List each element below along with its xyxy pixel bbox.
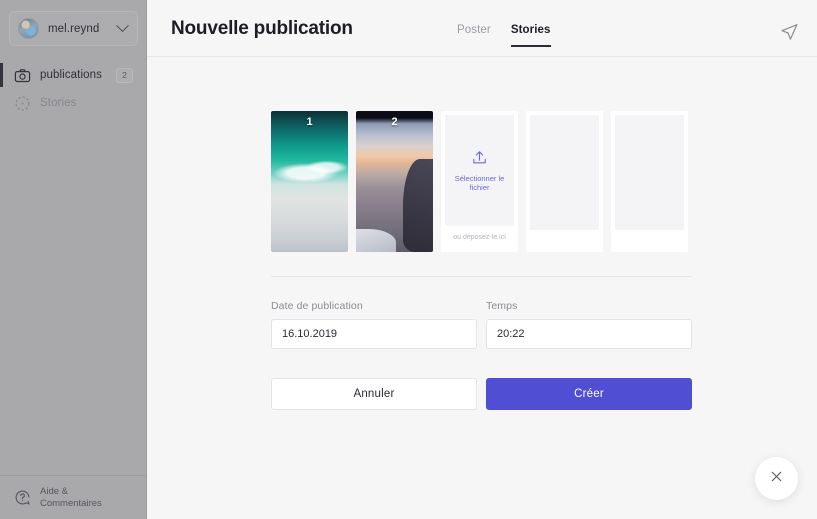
- cancel-button[interactable]: Annuler: [271, 378, 477, 410]
- header: Nouvelle publication Poster Stories: [147, 0, 817, 57]
- time-field-label: Temps: [486, 300, 518, 312]
- sidebar-item-stories[interactable]: Stories: [0, 90, 147, 116]
- upload-arrow-icon: [471, 149, 488, 171]
- media-slot-1[interactable]: 1: [271, 111, 348, 252]
- time-field-group: Temps: [486, 300, 692, 349]
- avatar: [18, 18, 39, 39]
- sidebar-item-label: Stories: [40, 97, 77, 109]
- tab-stories[interactable]: Stories: [510, 24, 551, 47]
- sidebar: mel.reynd publications 2 Stories Aide & …: [0, 0, 147, 519]
- media-slot-empty-1[interactable]: [526, 111, 603, 252]
- sidebar-item-publications[interactable]: publications 2: [0, 62, 147, 88]
- tab-poster[interactable]: Poster: [457, 24, 491, 47]
- section-divider: [271, 276, 692, 277]
- main-panel: Nouvelle publication Poster Stories 1 2: [147, 0, 817, 519]
- upload-drop-label: ou déposez-le ici: [453, 233, 506, 241]
- file-upload-slot[interactable]: Sélectionner le fichier ou déposez-le ic…: [441, 111, 518, 252]
- help-and-feedback[interactable]: Aide & Commentaires: [0, 475, 147, 519]
- page-title: Nouvelle publication: [171, 18, 353, 39]
- send-icon[interactable]: [779, 22, 799, 42]
- time-input[interactable]: [486, 319, 692, 349]
- date-field-label: Date de publication: [271, 300, 363, 312]
- media-slot-strip: 1 2 Sélectionner le fichier ou déposez-l…: [271, 111, 688, 252]
- help-circle-icon: [14, 489, 31, 506]
- date-input[interactable]: [271, 319, 477, 349]
- tab-bar: Poster Stories: [457, 24, 551, 47]
- date-field-group: Date de publication: [271, 300, 477, 349]
- close-button[interactable]: [755, 457, 798, 500]
- help-label: Aide & Commentaires: [40, 486, 102, 509]
- story-circle-icon: [14, 95, 31, 112]
- upload-dropzone[interactable]: Sélectionner le fichier: [445, 115, 514, 226]
- media-slot-2[interactable]: 2: [356, 111, 433, 252]
- camera-icon: [14, 67, 31, 84]
- chevron-down-icon: [116, 19, 129, 33]
- account-name: mel.reynd: [48, 22, 100, 35]
- sidebar-item-label: publications: [40, 69, 102, 81]
- upload-select-label: Sélectionner le fichier: [454, 174, 505, 192]
- publications-count-badge: 2: [116, 67, 133, 83]
- slot-number: 2: [391, 116, 398, 128]
- create-button[interactable]: Créer: [486, 378, 692, 410]
- media-slot-empty-2[interactable]: [611, 111, 688, 252]
- account-switcher[interactable]: mel.reynd: [9, 11, 138, 46]
- close-icon: [768, 468, 785, 490]
- slot-number: 1: [306, 116, 313, 128]
